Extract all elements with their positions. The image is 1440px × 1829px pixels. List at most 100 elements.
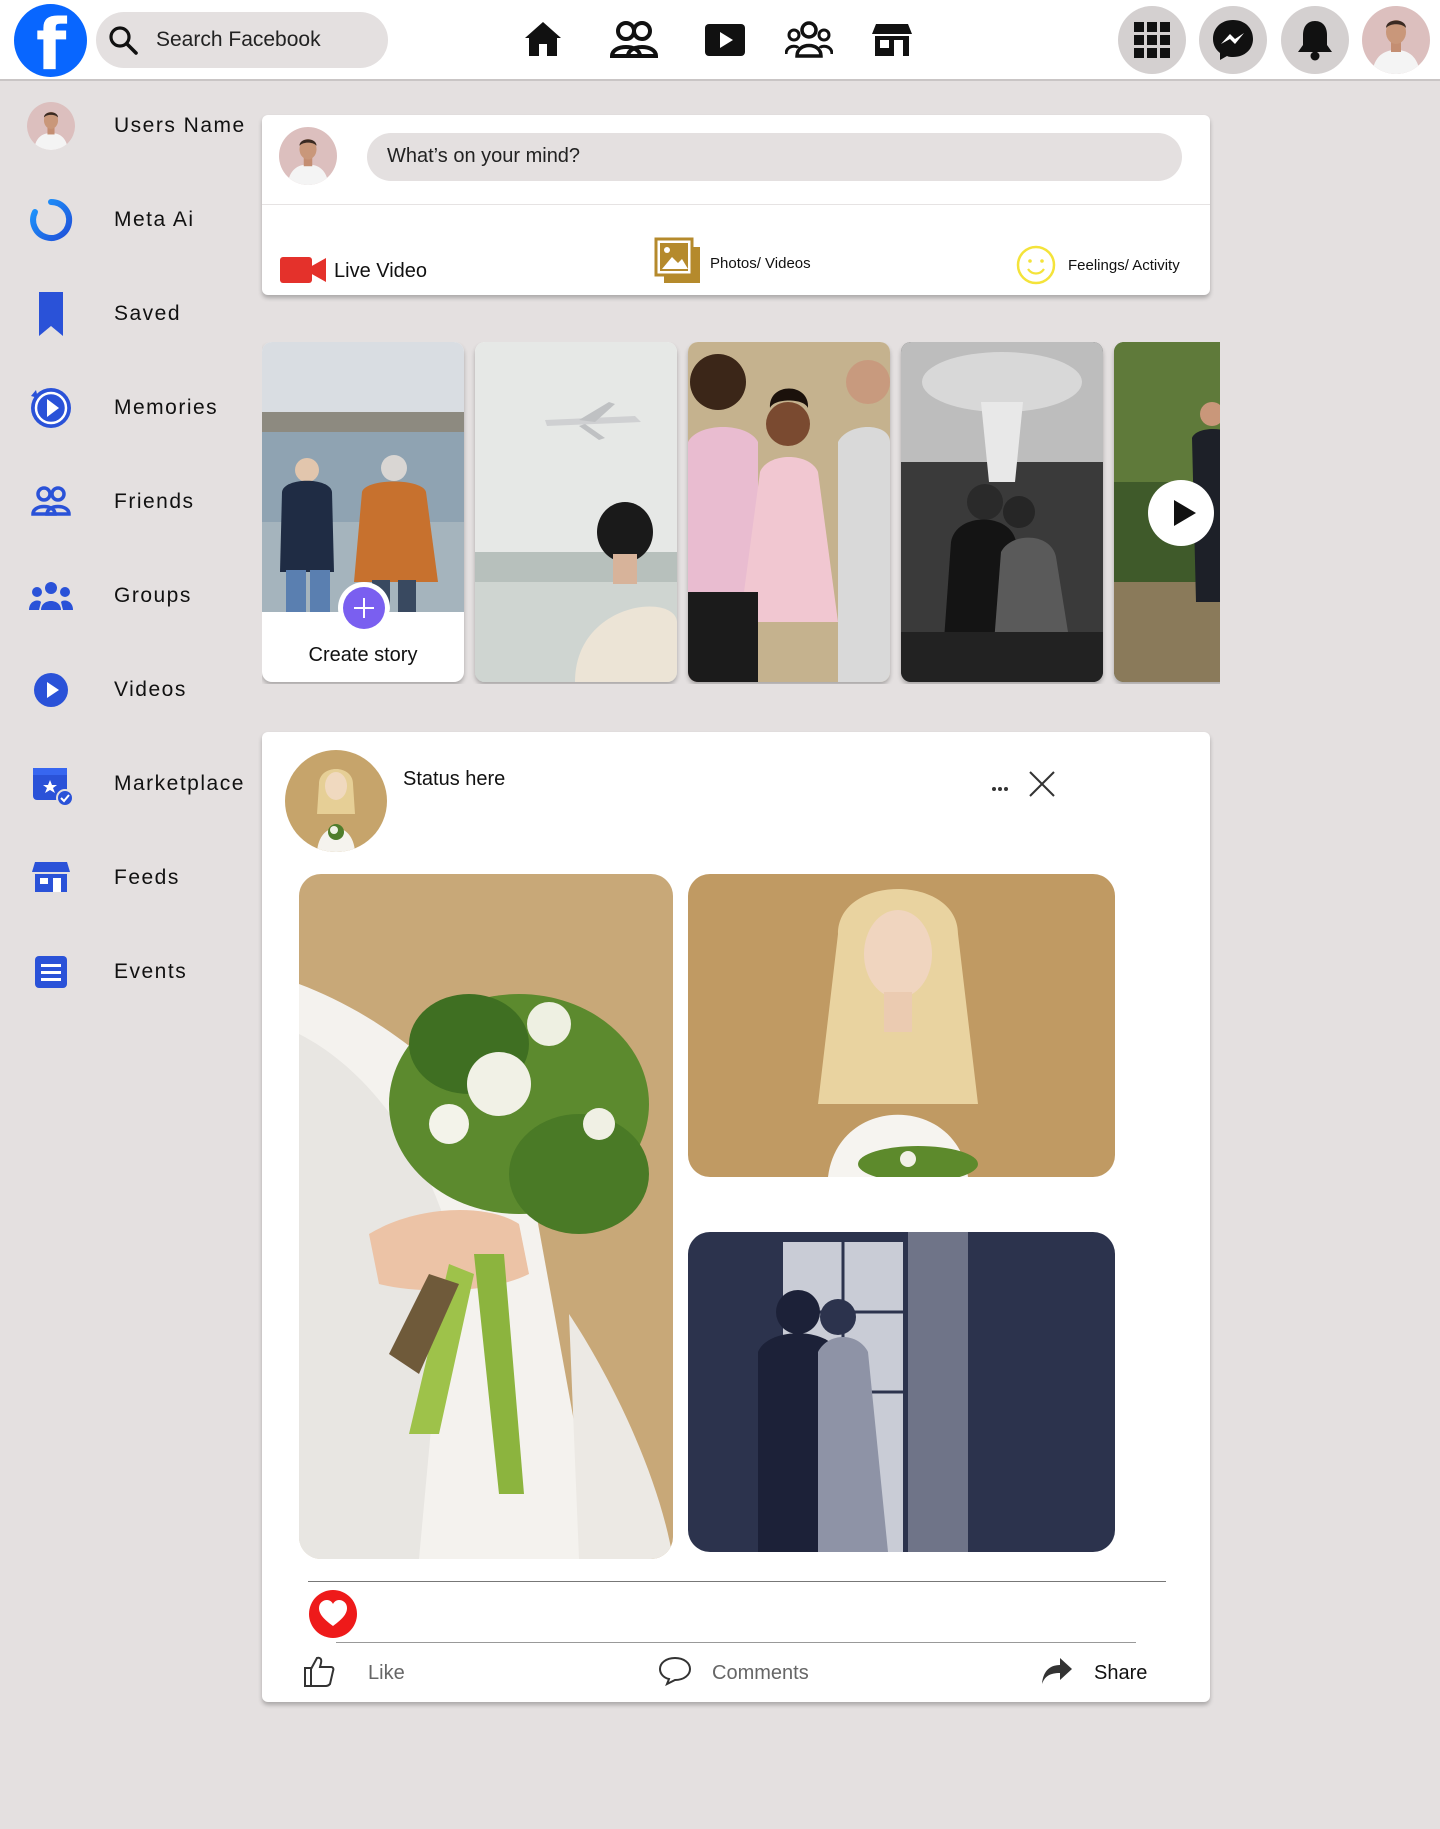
marketplace-icon[interactable]	[870, 18, 914, 62]
plus-icon	[354, 598, 374, 618]
story-card[interactable]	[688, 342, 890, 682]
story-image	[901, 342, 1103, 682]
share-icon	[1042, 1658, 1072, 1684]
whats-on-your-mind-input[interactable]: What’s on your mind?	[367, 133, 1182, 181]
avatar	[27, 102, 75, 150]
story-card[interactable]	[901, 342, 1103, 682]
sidebar-item-label: Groups	[114, 584, 192, 607]
sidebar-item-label: Events	[114, 960, 188, 983]
sidebar-item-memories[interactable]: Memories	[0, 372, 260, 442]
create-story-label: Create story	[308, 644, 418, 666]
video-icon	[34, 673, 68, 707]
divider	[262, 204, 1210, 205]
post-photo[interactable]	[688, 1232, 1115, 1552]
feed-post: Status here Like Comments Share	[262, 732, 1210, 1702]
groups-icon	[29, 582, 73, 610]
sidebar-item-saved[interactable]: Saved	[0, 278, 260, 348]
sidebar-item-label: Videos	[114, 678, 187, 701]
sidebar-item-label: Saved	[114, 302, 182, 325]
friends-icon[interactable]	[609, 18, 659, 62]
share-label: Share	[1094, 1662, 1148, 1684]
search-input[interactable]: Search Facebook	[156, 28, 321, 52]
sidebar-item-profile[interactable]: Users Name	[0, 90, 260, 160]
sidebar-item-events[interactable]: Events	[0, 936, 260, 1006]
sidebar-item-friends[interactable]: Friends	[0, 466, 260, 536]
story-image	[475, 342, 677, 682]
post-composer: What’s on your mind? Live Video Photos/ …	[262, 115, 1210, 295]
sidebar-item-label: Friends	[114, 490, 195, 513]
create-story-card[interactable]: Create story	[262, 342, 464, 682]
post-image	[299, 874, 673, 1559]
facebook-logo[interactable]: f	[14, 4, 87, 80]
sidebar-item-label: Marketplace	[114, 772, 245, 795]
comment-icon	[658, 1656, 692, 1686]
messenger-icon	[1213, 20, 1253, 60]
sidebar-item-videos[interactable]: Videos	[0, 654, 260, 724]
divider	[336, 1642, 1136, 1643]
profile-avatar[interactable]	[1362, 6, 1430, 74]
sidebar-item-label: Users Name	[114, 114, 246, 137]
notifications-button[interactable]	[1281, 6, 1349, 74]
comments-button[interactable]: Comments	[658, 1652, 828, 1692]
story-card[interactable]	[1114, 342, 1220, 682]
like-label: Like	[368, 1662, 405, 1684]
sidebar-item-meta-ai[interactable]: Meta Ai	[0, 184, 260, 254]
love-reaction-icon[interactable]	[308, 1589, 358, 1639]
photos-videos-button[interactable]: Photos/ Videos	[654, 237, 844, 289]
live-video-icon	[280, 257, 326, 283]
sidebar-item-feeds[interactable]: Feeds	[0, 842, 260, 912]
post-photo[interactable]	[299, 874, 673, 1559]
search-bar[interactable]: Search Facebook	[96, 12, 388, 68]
post-image	[688, 1232, 1115, 1552]
comments-label: Comments	[712, 1662, 809, 1684]
avatar	[279, 127, 337, 185]
sidebar-item-groups[interactable]: Groups	[0, 560, 260, 630]
friends-icon	[31, 486, 71, 516]
like-button[interactable]: Like	[302, 1652, 442, 1692]
feelings-activity-button[interactable]: Feelings/ Activity	[1016, 245, 1200, 289]
story-card[interactable]	[475, 342, 677, 682]
video-icon[interactable]	[703, 18, 747, 62]
search-icon	[109, 26, 138, 55]
add-story-button[interactable]	[338, 582, 390, 634]
bookmark-icon	[39, 292, 63, 336]
story-image	[688, 342, 890, 682]
smiley-icon	[1016, 245, 1056, 285]
post-photo[interactable]	[688, 874, 1115, 1177]
bell-icon	[1298, 21, 1332, 61]
feeds-icon	[32, 862, 70, 892]
top-navigation-bar: f Search Facebook	[0, 0, 1440, 81]
photos-videos-label: Photos/ Videos	[710, 255, 811, 272]
live-video-button[interactable]: Live Video	[280, 245, 450, 289]
divider	[308, 1581, 1166, 1582]
menu-grid-icon	[1134, 22, 1170, 58]
sidebar-item-label: Feeds	[114, 866, 180, 889]
avatar[interactable]	[285, 750, 387, 852]
composer-placeholder: What’s on your mind?	[387, 145, 581, 167]
feelings-activity-label: Feelings/ Activity	[1068, 257, 1180, 274]
sidebar-item-label: Memories	[114, 396, 219, 419]
sidebar-item-label: Meta Ai	[114, 208, 195, 231]
more-options-icon[interactable]	[990, 784, 1010, 794]
memories-icon	[31, 388, 71, 428]
menu-grid-button[interactable]	[1118, 6, 1186, 74]
close-icon[interactable]	[1026, 768, 1058, 800]
post-image	[688, 874, 1115, 1177]
play-button[interactable]	[1148, 480, 1214, 546]
avatar	[1362, 6, 1430, 74]
sidebar-item-marketplace[interactable]: Marketplace	[0, 748, 260, 818]
marketplace-icon	[33, 768, 74, 807]
events-icon	[35, 956, 67, 988]
post-status-text: Status here	[403, 768, 506, 790]
stories-row: Create story	[262, 342, 1220, 684]
share-button[interactable]: Share	[1040, 1652, 1160, 1692]
home-icon[interactable]	[521, 18, 565, 62]
thumbs-up-icon	[304, 1656, 335, 1687]
photos-icon	[654, 237, 700, 283]
story-image	[262, 342, 464, 612]
groups-icon[interactable]	[785, 18, 833, 62]
play-icon	[1174, 500, 1196, 526]
live-video-label: Live Video	[334, 260, 428, 282]
meta-ai-icon	[30, 198, 73, 241]
messenger-button[interactable]	[1199, 6, 1267, 74]
